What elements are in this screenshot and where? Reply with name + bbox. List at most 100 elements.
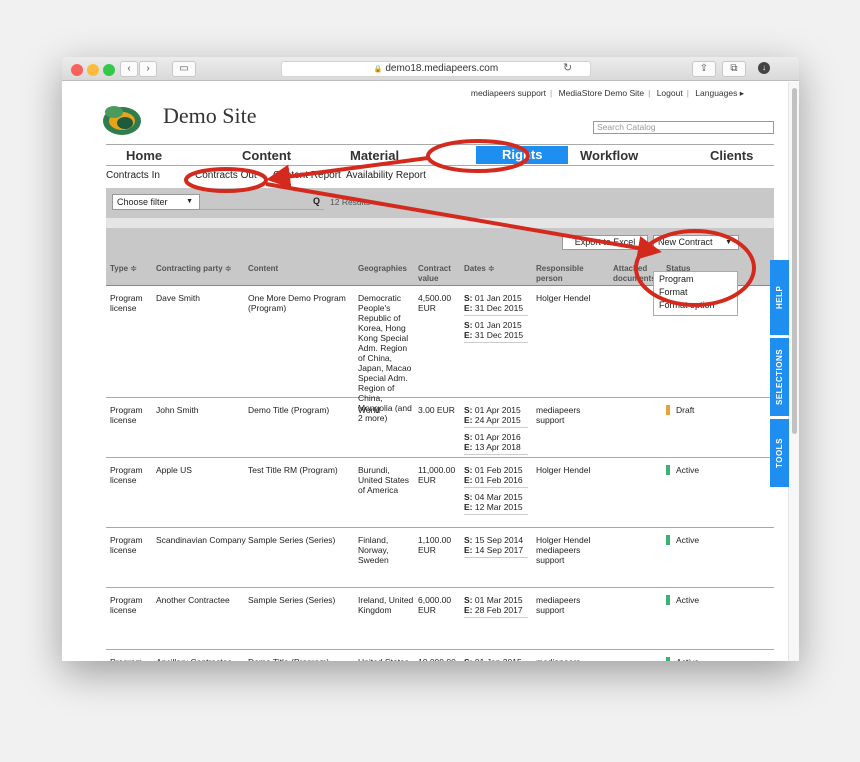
close-window-icon[interactable]: [71, 64, 83, 76]
scrollbar-thumb[interactable]: [792, 88, 797, 434]
cell-value: 11,000.00 EUR: [418, 465, 456, 485]
end-date: 31 Dec 2015: [474, 303, 524, 313]
selections-tab[interactable]: SELECTIONS: [770, 338, 789, 416]
cell-geographies: Burundi, United States of America: [358, 465, 410, 495]
col-party[interactable]: Contracting party ≑: [156, 264, 232, 274]
zoom-window-icon[interactable]: [103, 64, 115, 76]
cell-geographies: United States: [358, 657, 414, 661]
support-link[interactable]: mediapeers support: [471, 88, 546, 98]
chevron-down-icon: ▼: [725, 239, 732, 246]
menu-item-program[interactable]: Program: [654, 273, 737, 286]
status-indicator-icon: [666, 595, 670, 605]
cell-person: mediapeers support: [536, 657, 608, 661]
table-row[interactable]: Program license John Smith Demo Title (Pro…: [106, 398, 774, 458]
start-date: 01 Jan 2015: [474, 320, 522, 330]
status-badge: Active: [666, 657, 699, 661]
filter-select-label: Choose filter: [117, 197, 168, 207]
reload-icon[interactable]: ↻: [563, 61, 572, 74]
site-name[interactable]: Demo Site: [163, 103, 257, 129]
end-date: 01 Feb 2016: [474, 475, 523, 485]
cell-content: One More Demo Program (Program): [248, 293, 346, 313]
col-content: Content: [248, 264, 279, 273]
new-contract-select[interactable]: New Contract ▼: [653, 235, 739, 250]
nav-clients[interactable]: Clients: [710, 148, 753, 163]
cell-dates: S: 15 Sep 2014 E: 14 Sep 2017: [464, 535, 528, 562]
start-date: 01 Apr 2015: [474, 405, 521, 415]
cell-dates: S: 01 Jan 2015 E: 31 Dec 2015 S: 01 Jan 20…: [464, 293, 528, 347]
forward-icon[interactable]: ›: [139, 61, 157, 77]
lock-icon: 🔒: [373, 66, 383, 73]
tools-tab[interactable]: TOOLS: [770, 419, 789, 487]
menu-item-format-option[interactable]: Format option: [654, 299, 737, 312]
cell-person: mediapeers support: [536, 405, 581, 425]
tab-availability-report[interactable]: Availability Report: [346, 170, 426, 181]
end-date: 12 Mar 2015: [474, 502, 523, 512]
table-row[interactable]: Program license Scandinavian Company Sampl…: [106, 528, 774, 588]
menu-item-format[interactable]: Format: [654, 286, 737, 299]
cell-geographies: Finland, Norway, Sweden: [358, 535, 389, 565]
export-excel-button[interactable]: Export to Excel: [562, 235, 648, 250]
col-type[interactable]: Type ≑: [110, 264, 137, 274]
nav-workflow[interactable]: Workflow: [580, 148, 638, 163]
sidebar-icon[interactable]: ▭: [172, 61, 196, 77]
cell-content: Demo Title (Program): [248, 405, 330, 415]
minimize-window-icon[interactable]: [87, 64, 99, 76]
search-input[interactable]: Search Catalog: [593, 121, 774, 134]
search-icon[interactable]: Q: [313, 196, 320, 206]
filter-select[interactable]: Choose filter ▼: [112, 194, 200, 210]
end-date: 13 Apr 2018: [474, 442, 521, 452]
tab-contracts-out[interactable]: Contracts Out: [195, 170, 257, 181]
col-person: Responsible person: [536, 264, 584, 283]
cell-type: Program license: [110, 465, 143, 485]
end-date: 31 Dec 2015: [474, 330, 524, 340]
col-dates[interactable]: Dates ≑: [464, 264, 495, 274]
browser-window: ‹ › ▭ 🔒 demo18.mediapeers.com ↻ ⇪ ⧉ ↓ De…: [62, 57, 799, 661]
cell-person: Holger Hendel: [536, 465, 591, 475]
cell-type: Program license: [110, 595, 143, 615]
filter-search-input[interactable]: [200, 194, 324, 210]
scrollbar[interactable]: [788, 82, 799, 661]
cell-geographies: Ireland, United Kingdom: [358, 595, 414, 615]
start-date: 01 Jan 2015: [475, 657, 522, 661]
table-row[interactable]: Program Ancillary ContracteeDemo Title (P…: [106, 650, 774, 661]
status-indicator-icon: [666, 657, 670, 661]
main-nav: Home Content Material Rights Workflow Cl…: [106, 144, 774, 166]
download-icon[interactable]: ↓: [758, 62, 770, 74]
mediastore-link[interactable]: MediaStore Demo Site: [559, 88, 645, 98]
table-toolbar: Export to Excel New Contract ▼: [106, 228, 774, 256]
end-date: 28 Feb 2017: [474, 605, 523, 615]
cell-content: Test Title RM (Program): [248, 465, 338, 475]
cell-type: Program license: [110, 405, 143, 425]
table-row[interactable]: Program license Another Contractee Sample …: [106, 588, 774, 650]
cell-dates: S: 01 Apr 2015 E: 24 Apr 2015 S: 01 Apr 20…: [464, 405, 528, 459]
logout-link[interactable]: Logout: [657, 88, 683, 98]
address-bar[interactable]: 🔒 demo18.mediapeers.com: [281, 61, 591, 77]
share-icon[interactable]: ⇪: [692, 61, 716, 77]
tabs-icon[interactable]: ⧉: [722, 61, 746, 77]
spacer: [106, 218, 774, 228]
chevron-down-icon: ▼: [186, 198, 193, 205]
nav-content[interactable]: Content: [242, 148, 291, 163]
cell-type: Program license: [110, 293, 143, 313]
status-badge: Active: [666, 595, 699, 605]
help-tab[interactable]: HELP: [770, 260, 789, 335]
cell-value: 4,500.00 EUR: [418, 293, 452, 313]
nav-home[interactable]: Home: [126, 148, 162, 163]
tab-content-report[interactable]: Content Report: [273, 170, 341, 181]
cell-value: 10,000.00: [418, 657, 460, 661]
cell-party: Scandinavian Company: [156, 535, 246, 545]
status-label: Active: [676, 465, 700, 475]
nav-rights[interactable]: Rights: [476, 146, 569, 164]
tab-contracts-in[interactable]: Contracts In: [106, 170, 160, 181]
status-indicator-icon: [666, 535, 670, 545]
filter-bar: Choose filter ▼ Q 12 Results: [106, 188, 774, 218]
back-icon[interactable]: ‹: [120, 61, 138, 77]
cell-person: mediapeers support: [536, 595, 581, 615]
table-row[interactable]: Program license Apple US Test Title RM (Pr…: [106, 458, 774, 528]
nav-material[interactable]: Material: [350, 148, 399, 163]
cell-value: 3.00 EUR: [418, 405, 455, 415]
status-indicator-icon: [666, 405, 670, 415]
cell-content: Demo Title (Program): [248, 657, 353, 661]
cell-type: Program: [110, 657, 152, 661]
languages-link[interactable]: Languages ▸: [695, 88, 744, 98]
